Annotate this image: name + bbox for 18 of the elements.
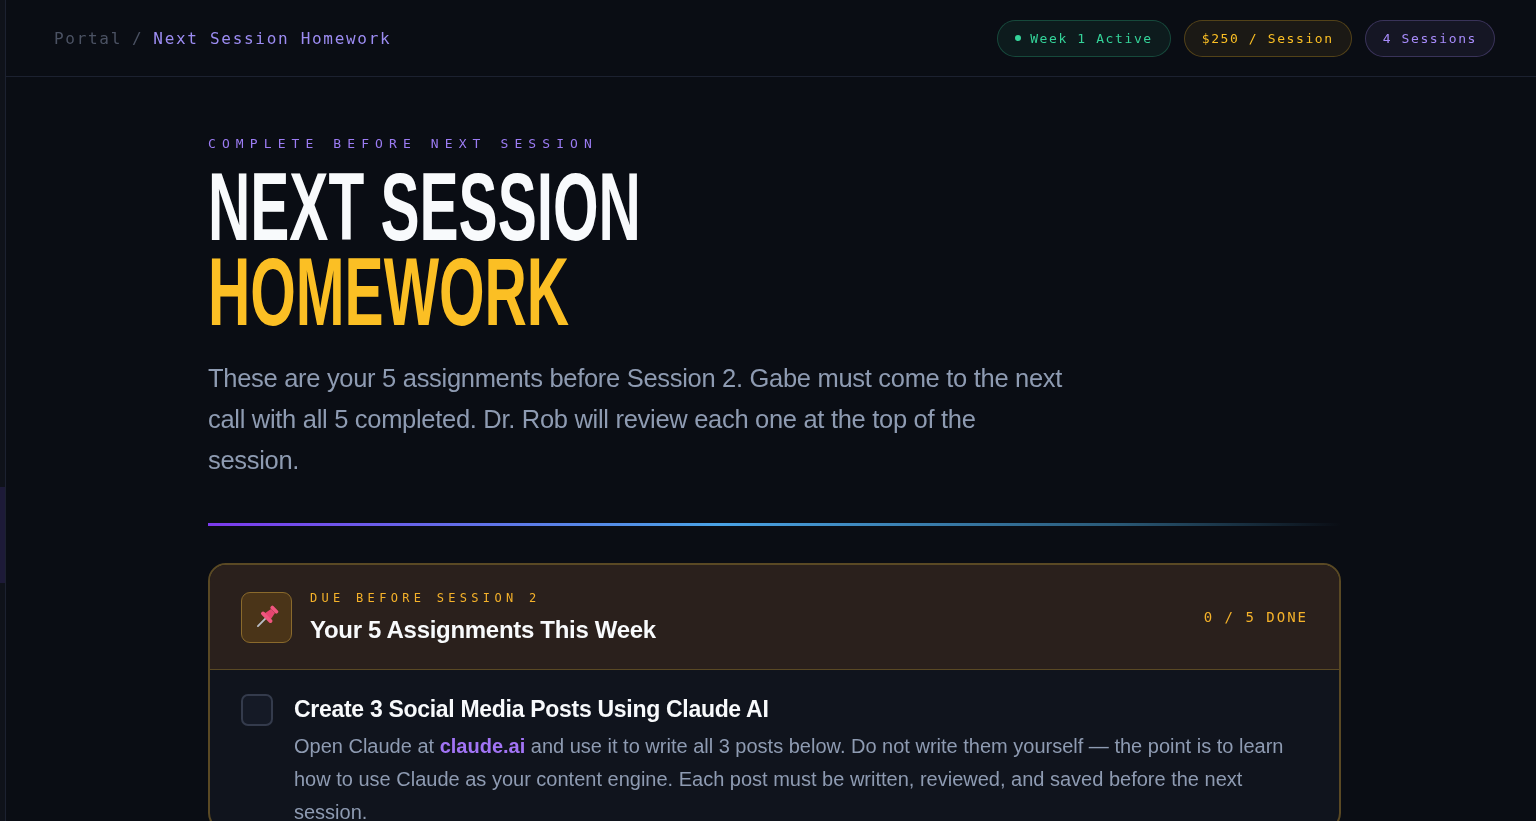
card-title: Your 5 Assignments This Week <box>310 615 657 644</box>
page-title: NEXT SESSION <box>208 164 641 249</box>
breadcrumb-separator: / <box>132 28 144 48</box>
progress-count: 0 / 5 DONE <box>1203 609 1308 625</box>
status-badge: Week 1 Active <box>997 19 1171 57</box>
status-badge: $250 / Session <box>1183 19 1352 57</box>
intro-paragraph: These are your 5 assignments before Session 2. Gabe must come to the next call with all 5 completed. Dr. Rob will review each one at the top of the session. <box>208 363 1064 476</box>
section-eyebrow: COMPLETE BEFORE NEXT SESSION <box>208 136 599 152</box>
pushpin-icon <box>241 591 292 643</box>
assignment-title: Create 3 Social Media Posts Using Claude AI <box>294 695 770 724</box>
checkbox[interactable] <box>241 694 273 726</box>
breadcrumb-current-page: Next Session Homework <box>153 28 392 48</box>
status-badge: 4 Sessions <box>1364 19 1495 57</box>
card-eyebrow: DUE BEFORE SESSION 2 <box>310 590 542 605</box>
page-title: HOMEWORK <box>208 249 570 334</box>
status-dot-icon <box>1015 35 1022 41</box>
claude-link[interactable]: claude.ai <box>439 735 526 757</box>
assignment-description: Open Claude at claude.ai and use it to write all 3 posts below. Do not write them yourself — the point is to learn how to use Claude as your content engine. Each post must be written, reviewed, and saved before the next session. <box>294 734 1285 821</box>
